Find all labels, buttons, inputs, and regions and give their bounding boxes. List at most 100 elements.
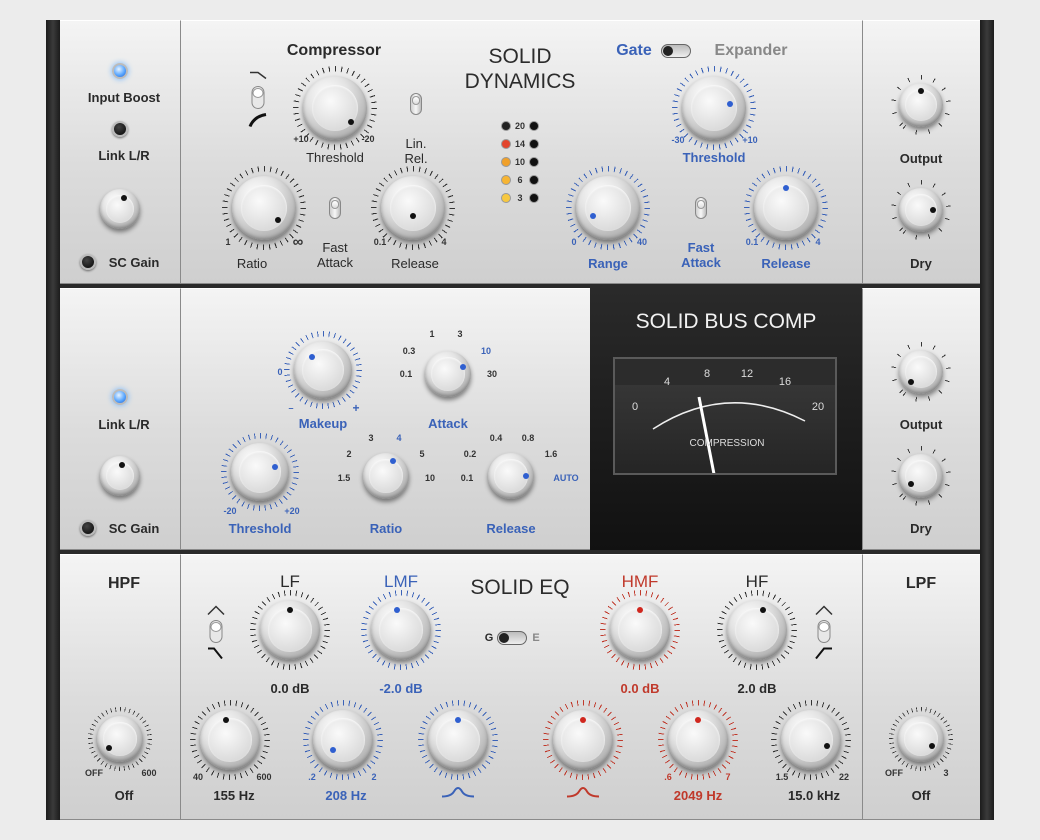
vu-scale-16: 16 — [778, 376, 792, 388]
hf-gain-value: 2.0 dB — [737, 681, 777, 696]
hf-freq-min: 1.5 — [775, 772, 789, 782]
makeup-zero: 0 — [277, 367, 283, 377]
makeup-knob[interactable] — [294, 341, 352, 399]
rack-rail-left — [46, 20, 60, 820]
meter-led-6 — [501, 175, 511, 185]
bus-sc-gain-knob[interactable] — [100, 456, 140, 496]
hmf-label: HMF — [621, 572, 659, 591]
gate-fast-attack-switch[interactable] — [695, 197, 707, 219]
hmf-freq-max: 7 — [725, 772, 731, 782]
gate-release-label: Release — [761, 256, 811, 271]
lf-gain-knob[interactable] — [260, 600, 320, 660]
meter-led-20 — [501, 121, 511, 131]
hmf-freq-knob[interactable] — [668, 710, 728, 770]
comp-release-max: 4 — [441, 237, 447, 247]
comp-threshold-knob[interactable] — [303, 76, 367, 140]
dyn-output-knob[interactable] — [899, 83, 943, 127]
gate-release-min: 0.1 — [745, 237, 759, 247]
knee-switch-icon — [248, 71, 267, 128]
hmf-freq-min: .6 — [664, 772, 672, 782]
sc-gain-label: SC Gain — [108, 255, 160, 270]
bus-release-label: Release — [486, 521, 536, 536]
comp-release-label: Release — [391, 256, 439, 271]
meter-led-10 — [501, 157, 511, 167]
dyn-dry-knob[interactable] — [899, 188, 943, 232]
gate-release-knob[interactable] — [754, 176, 818, 240]
bus-threshold-label: Threshold — [228, 521, 292, 536]
lin-rel-switch[interactable] — [410, 93, 422, 115]
hf-freq-knob[interactable] — [781, 710, 841, 770]
lf-gain-value: 0.0 dB — [270, 681, 310, 696]
hpf-knob[interactable] — [97, 716, 143, 762]
fast-attack-label-1: Fast — [322, 240, 348, 255]
meter-led-14-right — [529, 139, 539, 149]
bus-main-panel — [180, 288, 590, 550]
input-boost-label: Input Boost — [87, 90, 161, 105]
bus-dry-label: Dry — [910, 521, 932, 536]
lmf-freq-knob[interactable] — [313, 710, 373, 770]
gate-range-knob[interactable] — [576, 176, 640, 240]
eq-g-label[interactable]: G — [485, 631, 494, 646]
input-boost-led[interactable] — [112, 63, 128, 79]
bus-attack-knob[interactable] — [425, 351, 471, 397]
hpf-label: HPF — [108, 575, 140, 592]
vu-scale-graphic — [652, 396, 806, 473]
release-scale-01: 0.1 — [460, 473, 474, 483]
dynamics-title-line1: SOLID — [488, 45, 552, 68]
lmf-q-knob[interactable] — [428, 710, 488, 770]
bus-output-label: Output — [899, 417, 943, 432]
bus-sc-gain-led[interactable] — [80, 520, 96, 536]
gate-threshold-knob[interactable] — [682, 76, 746, 140]
hmf-gain-knob[interactable] — [610, 600, 670, 660]
sc-gain-led[interactable] — [80, 254, 96, 270]
vu-meter: 0 4 8 12 16 20 COMPRESSION — [613, 357, 837, 475]
release-scale-auto: AUTO — [553, 473, 579, 483]
hf-shape-switch[interactable] — [812, 603, 836, 668]
hf-gain-knob[interactable] — [727, 600, 787, 660]
bus-threshold-knob[interactable] — [231, 443, 289, 501]
eq-g-e-toggle[interactable] — [497, 631, 527, 645]
lmf-label: LMF — [384, 572, 418, 591]
hf-label: HF — [745, 572, 769, 591]
ratio-knob[interactable] — [232, 176, 296, 240]
makeup-minus: – — [288, 403, 294, 413]
sc-gain-knob[interactable] — [100, 189, 140, 229]
lf-freq-knob[interactable] — [200, 710, 260, 770]
gate-expander-toggle[interactable] — [661, 44, 691, 58]
gate-threshold-label: Threshold — [682, 150, 746, 165]
bus-release-knob[interactable] — [488, 453, 534, 499]
ratio-scale-4: 4 — [396, 433, 402, 443]
lpf-value: Off — [911, 788, 931, 803]
attack-scale-1: 1 — [429, 329, 435, 339]
lpf-knob[interactable] — [898, 716, 944, 762]
comp-release-knob[interactable] — [381, 176, 445, 240]
lf-shape-switch[interactable] — [204, 603, 228, 668]
bus-ratio-knob[interactable] — [363, 453, 409, 499]
hmf-q-knob[interactable] — [553, 710, 613, 770]
bus-attack-label: Attack — [428, 416, 468, 431]
hpf-off: OFF — [85, 768, 103, 778]
link-lr-led[interactable] — [112, 121, 128, 137]
meter-led-3 — [501, 193, 511, 203]
hmf-freq-value: 2049 Hz — [673, 788, 723, 803]
bus-link-lr-led[interactable] — [112, 389, 128, 405]
meter-label-10: 10 — [514, 157, 526, 167]
meter-label-14: 14 — [514, 139, 526, 149]
gate-range-min: 0 — [571, 237, 577, 247]
knee-switch[interactable] — [246, 69, 270, 136]
expander-label[interactable]: Expander — [715, 43, 788, 59]
lmf-bell-icon — [441, 785, 475, 804]
bus-output-knob[interactable] — [899, 350, 943, 394]
fast-attack-switch[interactable] — [329, 197, 341, 219]
makeup-label: Makeup — [298, 416, 348, 431]
meter-led-20-right — [529, 121, 539, 131]
lf-freq-max: 600 — [256, 772, 272, 782]
gate-label[interactable]: Gate — [616, 43, 652, 59]
bus-dry-knob[interactable] — [899, 454, 943, 498]
bus-ratio-label: Ratio — [369, 521, 403, 536]
lmf-gain-knob[interactable] — [371, 600, 431, 660]
comp-threshold-label: Threshold — [306, 150, 364, 165]
eq-e-label[interactable]: E — [532, 631, 539, 646]
comp-release-min: 0.1 — [373, 237, 387, 247]
gate-fast-attack-label-2: Attack — [681, 255, 721, 270]
